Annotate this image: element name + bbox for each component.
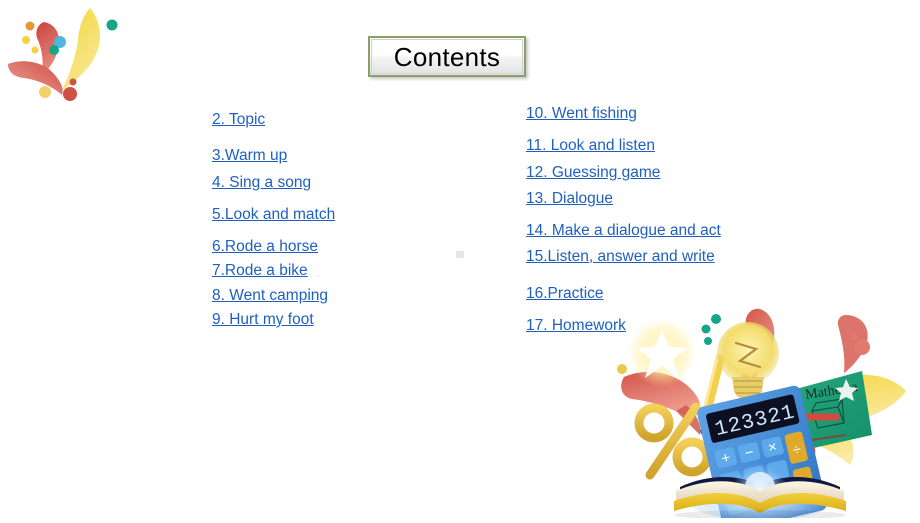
toc-link-3[interactable]: 3.Warm up [212,147,462,164]
star-icon [636,329,688,378]
toc-link-5[interactable]: 5.Look and match [212,206,462,223]
toc-left-column: 2. Topic 3.Warm up 4. Sing a song 5.Look… [212,111,462,328]
dot-red [802,419,810,427]
dot-teal [49,45,59,55]
svg-text:+: + [720,449,733,468]
toc-link-13[interactable]: 13. Dialogue [526,190,826,207]
dot-yellow [39,86,51,98]
svg-text:−: − [743,444,756,463]
svg-text:×: × [766,438,778,457]
svg-text:Mathema: Mathema [804,380,859,403]
dot-red [69,78,77,86]
dot-red [742,373,750,381]
calculator-icon: 123321 + − × ÷ = [697,385,827,523]
toc-right-column: 10. Went fishing 11. Look and listen 12.… [526,105,826,334]
dot-orange [25,21,35,31]
toc-link-17[interactable]: 17. Homework [526,317,826,334]
svg-text:123321: 123321 [713,401,798,442]
toc-link-8[interactable]: 8. Went camping [212,287,462,304]
placeholder-artifact [456,251,464,258]
dot-red [747,400,757,410]
svg-text:÷: ÷ [791,441,803,459]
dot-cream [810,401,822,413]
percent-symbol [634,402,712,480]
toc-link-16[interactable]: 16.Practice [526,285,826,302]
dot-teal [704,337,712,345]
pencil-icon [699,353,726,435]
dot-yellow [22,36,30,44]
toc-link-9[interactable]: 9. Hurt my foot [212,311,462,328]
toc-link-4[interactable]: 4. Sing a song [212,174,462,191]
toc-link-7[interactable]: 7.Rode a bike [212,263,462,280]
color-splash-graphic [0,0,140,120]
swoosh-red-left [621,371,701,417]
toc-link-15[interactable]: 15.Listen, answer and write [526,249,826,266]
toc-link-12[interactable]: 12. Guessing game [526,164,826,181]
dot-cream [842,405,850,413]
slide-title-box: Contents [368,36,526,77]
open-book-icon [674,461,846,521]
book-cover [674,492,846,513]
dot-blue [54,36,66,48]
dot-cream [827,400,837,410]
toc-link-10[interactable]: 10. Went fishing [526,105,826,122]
swoosh-yellow-right [795,374,906,426]
book-page-edges [676,481,844,505]
dot-teal [106,19,118,31]
page-title: Contents [393,41,501,72]
slide-canvas: Contents 2. Topic 3.Warm up 4. Sing a so… [0,0,920,523]
toc-link-11[interactable]: 11. Look and listen [526,137,826,154]
toc-link-6[interactable]: 6.Rode a horse [212,238,462,255]
dot-yellow [31,46,39,54]
book-pages-dark [680,477,840,501]
dot-yellow [617,364,627,374]
toc-link-2[interactable]: 2. Topic [212,111,462,128]
dot-red [63,87,77,101]
math-paper: Mathema [796,371,872,451]
svg-text:2: 2 [786,429,818,494]
toc-link-14[interactable]: 14. Make a dialogue and act [526,222,826,239]
radical-two-symbol: 2 [752,413,840,494]
svg-text:=: = [799,476,812,495]
